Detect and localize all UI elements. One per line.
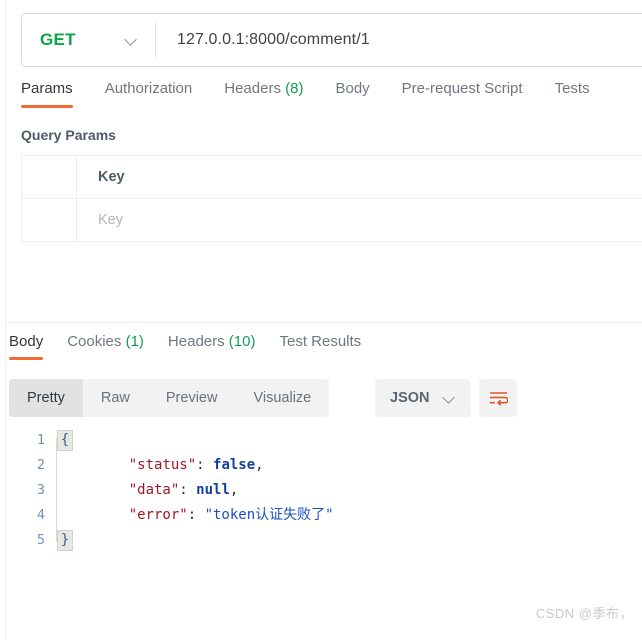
word-wrap-button[interactable] <box>479 379 517 417</box>
tab-params-label: Params <box>21 80 73 97</box>
request-url-bar: GET 127.0.0.1:8000/comment/1 <box>21 13 642 67</box>
table-row[interactable]: Key <box>22 199 642 241</box>
line-number: 2 <box>36 457 45 473</box>
request-tabs: Params Authorization Headers (8) Body Pr… <box>21 80 606 108</box>
tab-tests-label: Tests <box>554 80 590 97</box>
tab-body-label: Body <box>335 80 370 97</box>
response-tab-headers-count: (10) <box>228 333 256 350</box>
response-tab-headers[interactable]: Headers (10) <box>168 333 268 360</box>
line-number: 4 <box>36 507 45 523</box>
view-mode-pretty[interactable]: Pretty <box>9 379 83 417</box>
view-mode-preview-label: Preview <box>165 390 218 406</box>
tab-headers-count: (8) <box>285 80 304 97</box>
column-header-key: Key <box>98 169 125 185</box>
line-number: 5 <box>36 532 45 548</box>
view-mode-pretty-label: Pretty <box>27 390 65 406</box>
view-mode-preview[interactable]: Preview <box>148 379 236 417</box>
tab-pre-request-script[interactable]: Pre-request Script <box>402 80 539 108</box>
response-view-mode-group: Pretty Raw Preview Visualize <box>9 379 330 417</box>
code-line-text: "error": "token认证失败了" <box>95 507 334 523</box>
code-line-text: "status": false, <box>95 457 264 473</box>
line-number: 3 <box>36 482 45 498</box>
tab-authorization[interactable]: Authorization <box>105 80 209 108</box>
response-tab-cookies-label: Cookies <box>67 333 122 350</box>
http-method-select[interactable]: GET <box>22 14 155 66</box>
line-number: 1 <box>36 432 45 448</box>
view-mode-visualize[interactable]: Visualize <box>235 379 329 417</box>
response-tab-body[interactable]: Body <box>9 333 55 360</box>
tab-headers-label: Headers <box>224 80 281 97</box>
tab-body[interactable]: Body <box>335 80 385 108</box>
response-tab-headers-label: Headers <box>167 333 225 350</box>
table-header-row: Key <box>22 156 642 199</box>
view-mode-raw-label: Raw <box>100 390 130 406</box>
code-line-text: "data": null, <box>95 482 239 498</box>
query-params-table: Key Key <box>21 155 642 242</box>
watermark: CSDN @季布， <box>535 606 633 621</box>
code-line: 3 "data": null, <box>9 478 642 503</box>
row-checkbox-cell[interactable] <box>22 199 77 241</box>
code-lines: 1{2 "status": false, 3 "data": null, 4 "er… <box>9 428 642 553</box>
code-line: 1{ <box>9 428 642 453</box>
code-line: 4 "error": "token认证失败了" <box>9 503 642 528</box>
response-tab-cookies-count: (1) <box>125 333 144 350</box>
chevron-down-icon <box>443 392 456 405</box>
response-format-select[interactable]: JSON <box>375 379 471 417</box>
request-url-input[interactable]: 127.0.0.1:8000/comment/1 <box>156 14 642 66</box>
response-tabs: Body Cookies (1) Headers (10) Test Resul… <box>9 333 385 360</box>
response-tab-test-results-label: Test Results <box>279 333 362 350</box>
code-fold-marker[interactable]: { <box>57 430 73 451</box>
tab-pre-request-script-label: Pre-request Script <box>401 80 523 97</box>
chevron-down-icon <box>125 34 138 47</box>
response-section-divider <box>5 322 642 323</box>
code-line: 5} <box>9 528 642 553</box>
response-format-label: JSON <box>390 390 430 406</box>
response-tab-test-results[interactable]: Test Results <box>279 333 373 360</box>
view-mode-visualize-label: Visualize <box>253 390 312 406</box>
view-mode-raw[interactable]: Raw <box>83 379 148 417</box>
word-wrap-icon <box>489 392 508 406</box>
tab-tests[interactable]: Tests <box>555 80 606 108</box>
code-line: 2 "status": false, <box>9 453 642 478</box>
page-left-border <box>5 0 6 640</box>
code-fold-marker[interactable]: } <box>57 530 73 551</box>
tab-headers[interactable]: Headers (8) <box>224 80 319 108</box>
response-tab-cookies[interactable]: Cookies (1) <box>67 333 156 360</box>
header-checkbox-cell <box>22 156 77 198</box>
response-tab-body-label: Body <box>9 333 44 350</box>
tab-params[interactable]: Params <box>21 80 89 108</box>
key-input[interactable]: Key <box>77 212 642 228</box>
query-params-title: Query Params <box>21 127 116 143</box>
tab-authorization-label: Authorization <box>104 80 193 97</box>
http-method-label: GET <box>40 30 76 49</box>
